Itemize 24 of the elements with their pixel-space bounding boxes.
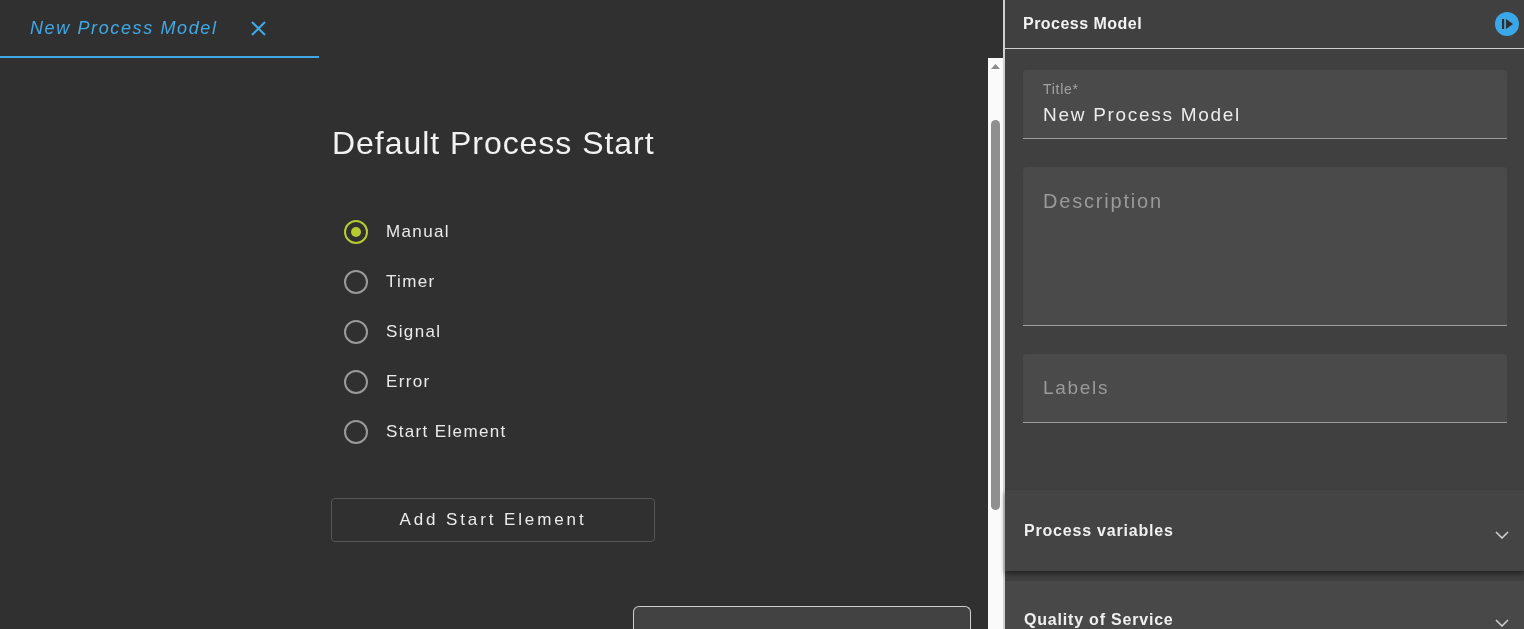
radio-label: Start Element <box>386 421 507 444</box>
scroll-up-icon[interactable] <box>991 64 1000 69</box>
radio-label: Error <box>386 371 431 394</box>
scrollbar[interactable] <box>988 58 1003 629</box>
radio-button[interactable] <box>344 270 368 294</box>
add-start-element-button[interactable]: Add Start Element <box>331 498 655 542</box>
textarea-field[interactable]: Description <box>1023 167 1507 326</box>
close-icon[interactable] <box>251 20 266 36</box>
radio-button[interactable] <box>344 320 368 344</box>
radio-button[interactable] <box>344 220 368 244</box>
radio-label: Manual <box>386 221 450 244</box>
text-field[interactable]: Labels <box>1023 354 1507 423</box>
radio-button[interactable] <box>344 370 368 394</box>
tab[interactable]: New Process Model <box>0 0 319 58</box>
step-forward-icon[interactable] <box>1495 12 1519 36</box>
panel-title: Process Model <box>1023 14 1143 34</box>
field-label: Title* <box>1043 80 1079 98</box>
radio-label: Signal <box>386 321 442 344</box>
accordion-header[interactable]: Process variables <box>1005 490 1524 571</box>
accordion-header[interactable]: Quality of Service <box>1005 581 1524 629</box>
radio-label: Timer <box>386 271 436 294</box>
section-heading: Default Process Start <box>332 124 655 162</box>
scrollbar-thumb[interactable] <box>991 120 1000 510</box>
radio-button[interactable] <box>344 420 368 444</box>
